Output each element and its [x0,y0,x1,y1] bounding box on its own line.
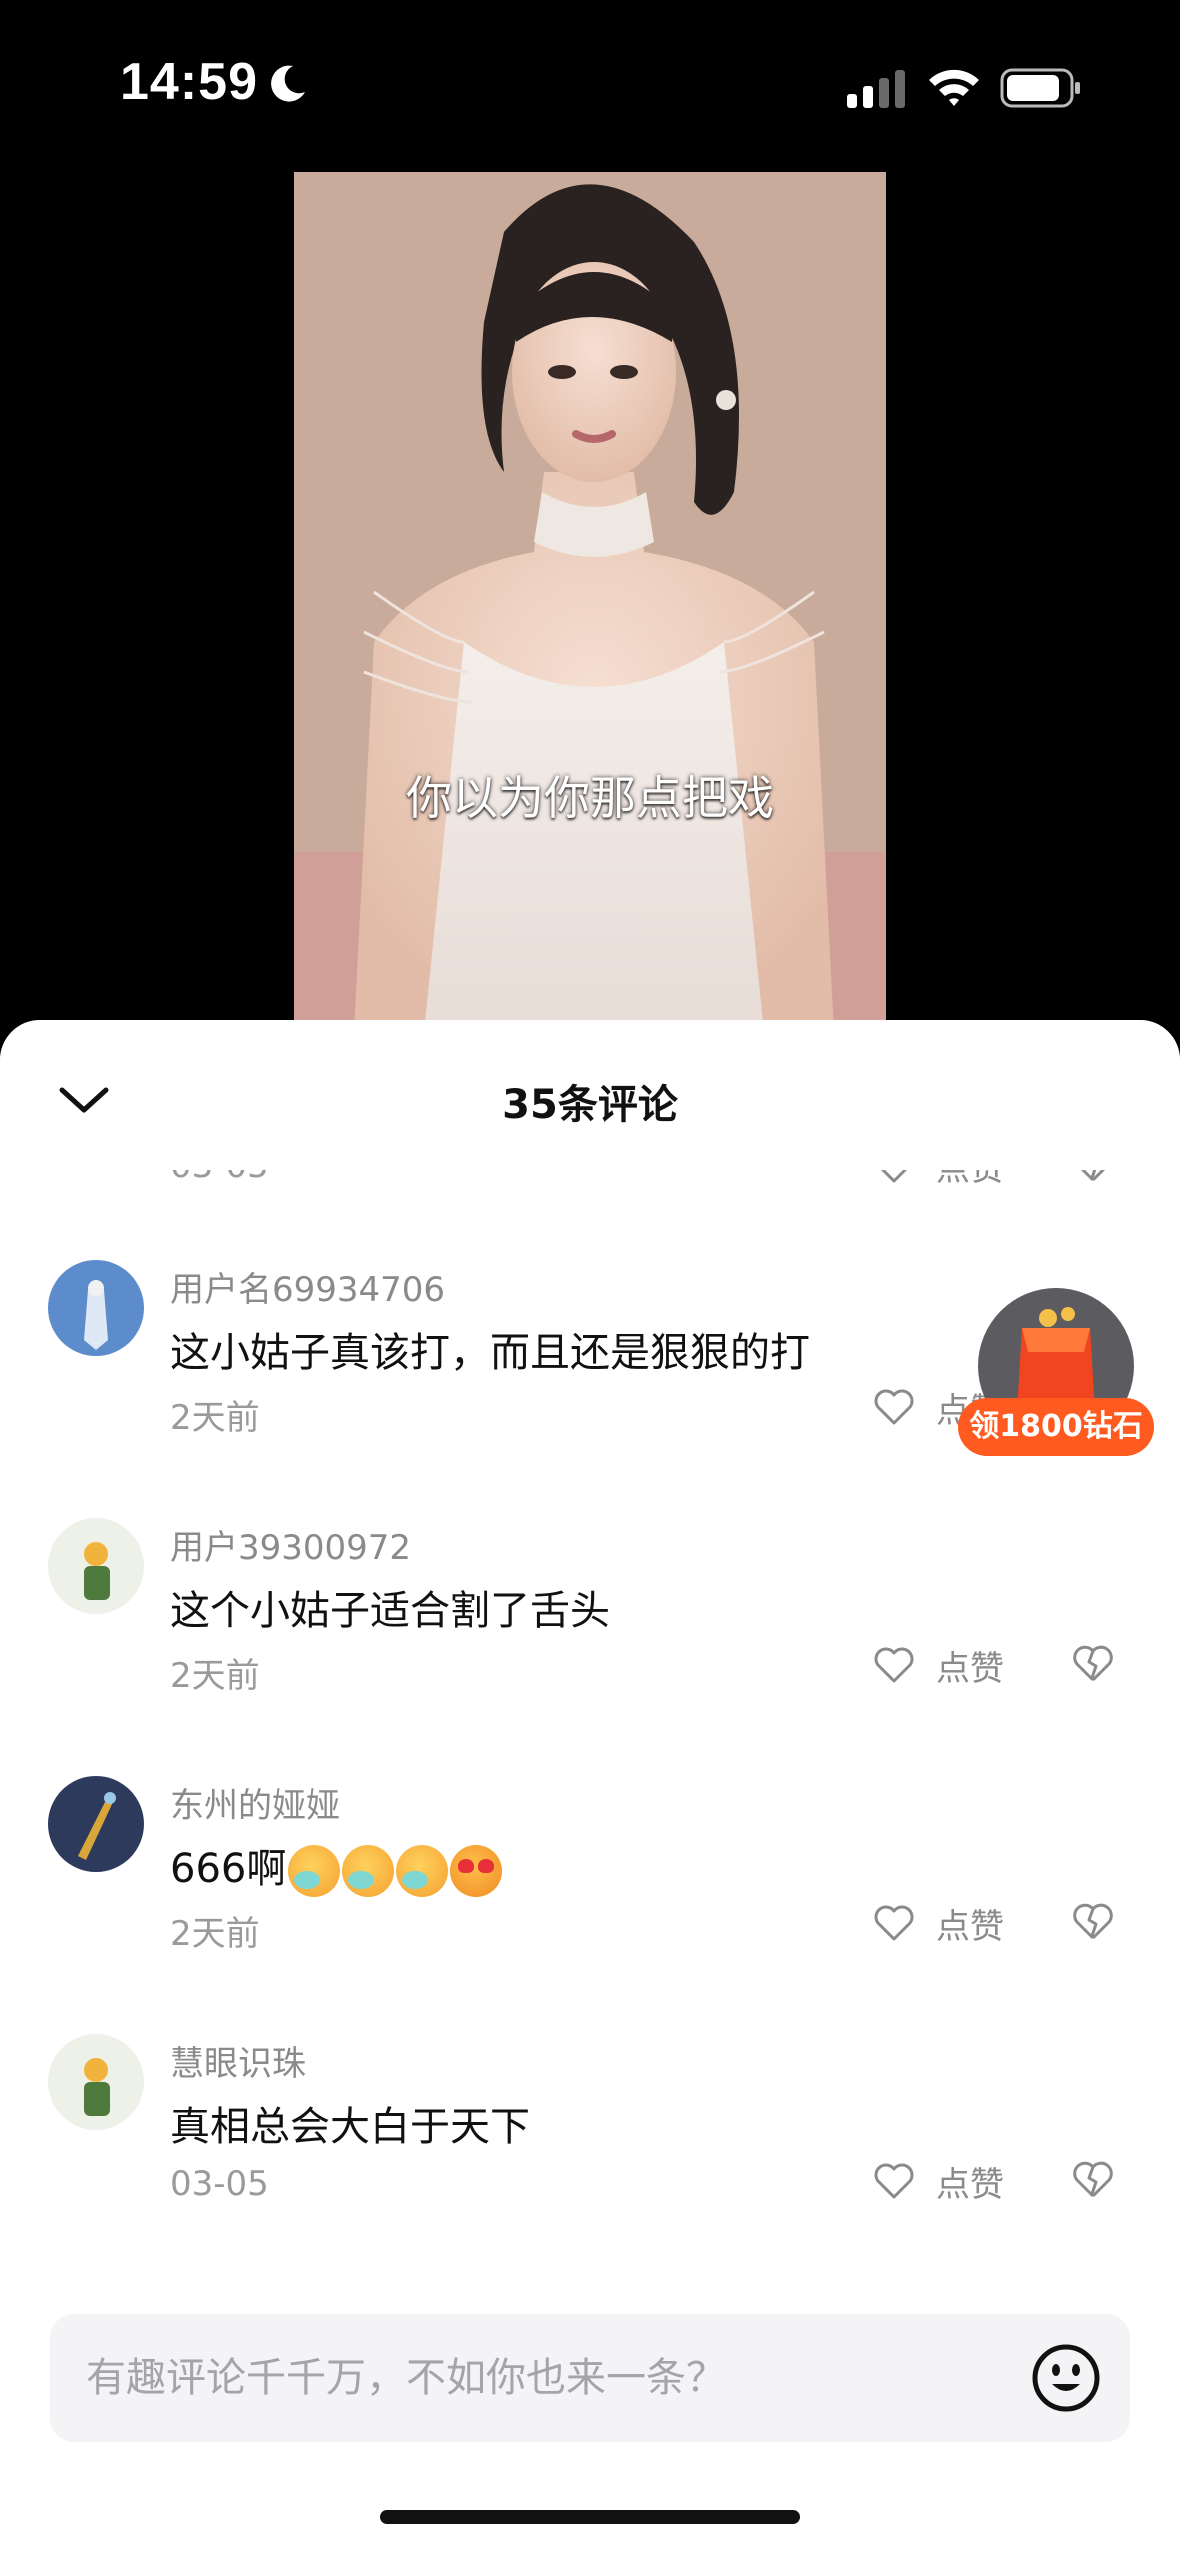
list-item: 用户39300972 这个小姑子适合割了舌头 2天前 点赞 [0,1428,1180,1696]
smiley-icon[interactable] [1030,2342,1102,2414]
like-button[interactable]: 点赞 [872,2156,1004,2206]
like-label: 点赞 [936,2164,1004,2205]
comment-time: 03-05 [170,2164,269,2204]
status-time: 14:59 [120,53,258,111]
video-frame-image [294,172,886,1032]
like-button[interactable]: 点赞 [872,1640,1004,1690]
list-item: 慧眼识珠 真相总会大白于天下 03-05 点赞 [0,1944,1180,2205]
comment-username[interactable]: 东州的娅娅 [170,1778,340,1827]
comments-header: 35条评论 [0,1020,1180,1170]
like-button[interactable]: 点赞 [872,1898,1004,1948]
video-player[interactable]: 你以为你那点把戏 [294,172,886,1032]
list-item: 东州的娅娅 666啊 2天前 点赞 [0,1686,1180,1954]
comment-text-content: 666啊 [170,1846,287,1892]
tearful-face-emoji-icon [396,1845,449,1897]
like-label: 点赞 [936,1648,1004,1689]
comment-text: 这个小姑子适合割了舌头 [170,1588,610,1634]
heart-icon [874,2163,914,2199]
heart-eyes-emoji-icon [450,1845,503,1897]
avatar[interactable] [48,1260,144,1356]
avatar[interactable] [48,1518,144,1614]
reward-label: 领1800钻石 [958,1398,1154,1456]
broken-heart-icon[interactable] [1070,1898,1116,1944]
comment-username[interactable]: 慧眼识珠 [170,2036,306,2085]
comments-count-title: 35条评论 [502,1082,678,1128]
avatar[interactable] [48,2034,144,2130]
home-indicator [380,2510,800,2524]
comment-username[interactable]: 用户名69934706 [170,1262,445,1311]
like-label: 点赞 [936,1906,1004,1947]
tearful-face-emoji-icon [342,1845,395,1897]
broken-heart-icon[interactable] [1070,1640,1116,1686]
comment-input-bar [50,2314,1130,2442]
status-bar: 14:59 [0,0,1180,170]
reward-badge[interactable]: 领1800钻石 [958,1288,1158,1458]
heart-icon [874,1389,914,1425]
comment-input[interactable] [86,2314,986,2442]
comment-text: 666啊 [170,1836,503,1897]
cellular-signal-icon [847,70,905,108]
tearful-face-emoji-icon [288,1845,341,1897]
comment-text: 这小姑子真该打，而且还是狠狠的打 [170,1330,810,1376]
heart-icon [874,1647,914,1683]
broken-heart-icon[interactable] [1070,2156,1116,2202]
avatar[interactable] [48,1776,144,1872]
comment-text: 真相总会大白于天下 [170,2104,530,2150]
heart-icon [874,1905,914,1941]
wifi-icon [929,69,979,106]
video-subtitle: 你以为你那点把戏 [406,771,774,825]
moon-icon [271,65,305,102]
battery-icon [1000,68,1080,108]
comment-username[interactable]: 用户39300972 [170,1520,411,1569]
